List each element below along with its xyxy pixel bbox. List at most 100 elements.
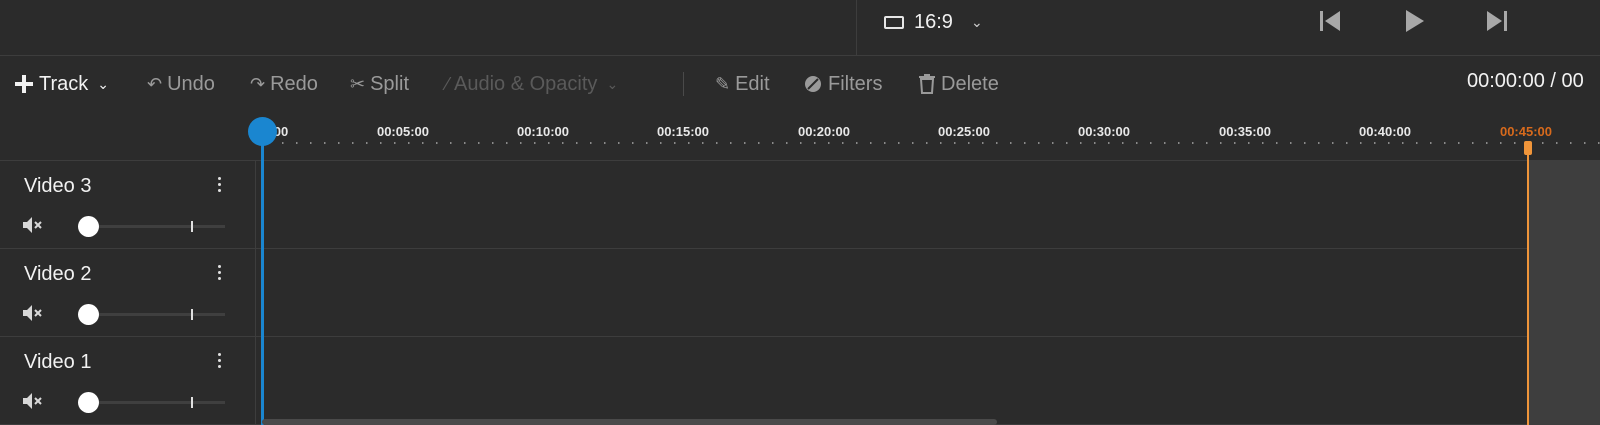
ruler-minor-tick — [366, 142, 368, 144]
mute-icon[interactable] — [22, 392, 44, 410]
delete-label: Delete — [941, 72, 999, 95]
volume-default-mark — [191, 397, 193, 408]
ruler-minor-tick — [1024, 142, 1026, 144]
ruler-minor-tick — [282, 142, 284, 144]
plus-icon — [14, 74, 34, 94]
track-row: Video 3 — [0, 161, 1600, 249]
ruler-minor-tick — [1108, 142, 1110, 144]
ruler-minor-tick — [1192, 142, 1194, 144]
volume-slider[interactable] — [78, 304, 225, 325]
playhead-line — [261, 130, 264, 425]
toolbar-divider — [683, 72, 684, 96]
ruler-minor-tick — [884, 142, 886, 144]
ruler-minor-tick — [1542, 142, 1544, 144]
ruler-minor-tick — [954, 142, 956, 144]
ruler-minor-tick — [590, 142, 592, 144]
ruler-tick-label: 00:20:00 — [797, 124, 851, 139]
ruler-minor-tick — [1332, 142, 1334, 144]
ruler-minor-tick — [842, 142, 844, 144]
undo-button[interactable]: ↶ Undo — [147, 70, 215, 98]
horizontal-scrollbar[interactable] — [262, 419, 997, 425]
ruler-minor-tick — [1598, 142, 1600, 144]
aspect-ratio-selector[interactable]: 16:9 ⌄ — [884, 8, 983, 36]
audio-opacity-button[interactable]: ⁄ Audio & Opacity ⌄ — [446, 70, 618, 98]
volume-slider[interactable] — [78, 216, 225, 237]
ruler-minor-tick — [324, 142, 326, 144]
more-vertical-icon[interactable] — [214, 175, 224, 195]
ruler-minor-tick — [548, 142, 550, 144]
ruler-minor-tick — [1038, 142, 1040, 144]
ruler-minor-tick — [338, 142, 340, 144]
ruler-minor-tick — [660, 142, 662, 144]
skip-forward-button[interactable] — [1483, 8, 1509, 36]
ruler-minor-tick — [1374, 142, 1376, 144]
track-lane[interactable] — [257, 161, 1600, 248]
ruler-minor-tick — [478, 142, 480, 144]
ruler-minor-tick — [912, 142, 914, 144]
chevron-down-icon: ⌄ — [606, 75, 619, 92]
split-button[interactable]: ✂ Split — [350, 70, 409, 98]
ruler-minor-tick — [1122, 142, 1124, 144]
scissors-icon: ✂ — [350, 73, 366, 94]
timeline-end-zone — [1528, 160, 1600, 425]
edit-button[interactable]: ✎ Edit — [715, 70, 770, 98]
aspect-ratio-icon — [884, 15, 904, 29]
ruler-minor-tick — [1346, 142, 1348, 144]
ruler-minor-tick — [758, 142, 760, 144]
redo-button[interactable]: ↷ Redo — [250, 70, 318, 98]
ruler-minor-tick — [1066, 142, 1068, 144]
volume-slider-handle[interactable] — [78, 216, 99, 237]
track-lane[interactable] — [257, 249, 1600, 336]
ruler-minor-tick — [422, 142, 424, 144]
volume-slider-handle[interactable] — [78, 392, 99, 413]
delete-button[interactable]: Delete — [918, 70, 999, 98]
more-vertical-icon[interactable] — [214, 351, 224, 371]
ruler-minor-tick — [1234, 142, 1236, 144]
ruler-minor-tick — [1458, 142, 1460, 144]
ruler-minor-tick — [380, 142, 382, 144]
filters-label: Filters — [828, 72, 883, 95]
ruler-minor-tick — [1304, 142, 1306, 144]
ruler-minor-tick — [646, 142, 648, 144]
wand-icon: ⁄ — [446, 73, 450, 94]
ruler-minor-tick — [450, 142, 452, 144]
ruler-minor-tick — [716, 142, 718, 144]
ruler-minor-tick — [1164, 142, 1166, 144]
volume-slider-track — [80, 313, 225, 316]
add-track-label: Track — [39, 72, 89, 95]
ruler-minor-tick — [394, 142, 396, 144]
track-row: Video 1 — [0, 337, 1600, 425]
ruler-tick-label: 00:15:00 — [656, 124, 710, 139]
playhead-handle[interactable] — [248, 117, 277, 146]
add-track-button[interactable]: Track ⌄ — [14, 70, 109, 98]
top-bar-divider — [856, 0, 857, 55]
ruler-minor-tick — [814, 142, 816, 144]
ruler-minor-tick — [940, 142, 942, 144]
timeline-end-marker[interactable] — [1524, 141, 1532, 155]
filters-button[interactable]: Filters — [803, 70, 882, 98]
ruler-tick-label: 00:10:00 — [516, 124, 570, 139]
ruler-minor-tick — [786, 142, 788, 144]
ruler-minor-tick — [1290, 142, 1292, 144]
ruler-minor-tick — [1444, 142, 1446, 144]
audio-opacity-label: Audio & Opacity — [454, 72, 598, 95]
ruler-minor-tick — [632, 142, 634, 144]
ruler-tick-label: 00:25:00 — [937, 124, 991, 139]
volume-slider-track — [80, 401, 225, 404]
track-lane[interactable] — [257, 337, 1600, 424]
mute-icon[interactable] — [22, 216, 44, 234]
volume-slider-handle[interactable] — [78, 304, 99, 325]
volume-slider[interactable] — [78, 392, 225, 413]
ruler-minor-tick — [436, 142, 438, 144]
play-button[interactable] — [1402, 8, 1428, 36]
more-vertical-icon[interactable] — [214, 263, 224, 283]
ruler-minor-tick — [870, 142, 872, 144]
ruler-minor-tick — [408, 142, 410, 144]
skip-back-button[interactable] — [1318, 8, 1344, 36]
ruler-minor-tick — [296, 142, 298, 144]
edit-toolbar: Track ⌄ ↶ Undo ↷ Redo ✂ Split ⁄ Audio & … — [0, 56, 1600, 112]
timeline-ruler[interactable]: 00 00:05:00 00:10:00 00:15:00 00:20:00 0… — [0, 112, 1600, 161]
mute-icon[interactable] — [22, 304, 44, 322]
ruler-minor-tick — [1402, 142, 1404, 144]
redo-label: Redo — [270, 72, 318, 95]
